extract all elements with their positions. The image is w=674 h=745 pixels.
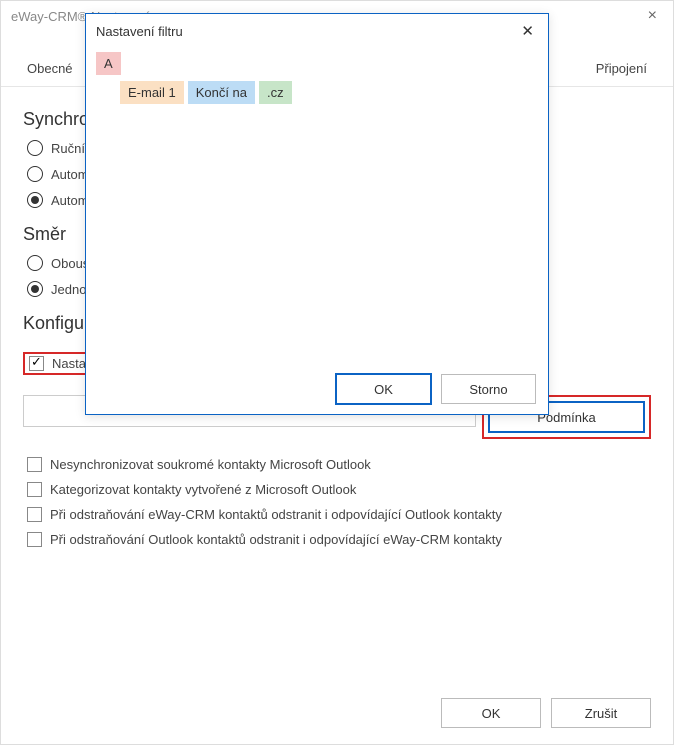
- modal-body: A E-mail 1 Končí na .cz: [86, 46, 548, 364]
- filter-value-tag[interactable]: .cz: [259, 81, 292, 104]
- tab-general[interactable]: Obecné: [23, 55, 77, 86]
- checkbox-no-private[interactable]: [27, 457, 42, 472]
- filter-modal: Nastavení filtru ✕ A E-mail 1 Končí na .…: [85, 13, 549, 415]
- bottom-button-bar: OK Zrušit: [441, 698, 651, 728]
- radio-auto2[interactable]: [27, 192, 43, 208]
- modal-title: Nastavení filtru: [96, 24, 183, 39]
- delete-eway-label: Při odstraňování eWay-CRM kontaktů odstr…: [50, 507, 502, 522]
- radio-manual[interactable]: [27, 140, 43, 156]
- filter-condition-row: E-mail 1 Končí na .cz: [120, 81, 538, 104]
- modal-header: Nastavení filtru ✕: [86, 14, 548, 46]
- radio-auto1-label: Autom: [51, 167, 89, 182]
- checkbox-set-condition[interactable]: [29, 356, 44, 371]
- tab-connection[interactable]: Připojení: [592, 55, 651, 86]
- radio-both[interactable]: [27, 255, 43, 271]
- check-row-categorize[interactable]: Kategorizovat kontakty vytvořené z Micro…: [27, 482, 651, 497]
- filter-group-tag[interactable]: A: [96, 52, 121, 75]
- checkbox-categorize[interactable]: [27, 482, 42, 497]
- modal-footer: OK Storno: [86, 364, 548, 414]
- check-row-delete-outlook[interactable]: Při odstraňování Outlook kontaktů odstra…: [27, 532, 651, 547]
- check-row-delete-eway[interactable]: Při odstraňování eWay-CRM kontaktů odstr…: [27, 507, 651, 522]
- main-ok-button[interactable]: OK: [441, 698, 541, 728]
- filter-group-row: A: [96, 52, 538, 75]
- radio-auto1[interactable]: [27, 166, 43, 182]
- close-icon[interactable]: ×: [642, 5, 663, 27]
- radio-one[interactable]: [27, 281, 43, 297]
- modal-close-icon[interactable]: ✕: [517, 20, 538, 42]
- radio-both-label: Obous: [51, 256, 89, 271]
- modal-ok-button[interactable]: OK: [336, 374, 431, 404]
- main-cancel-button[interactable]: Zrušit: [551, 698, 651, 728]
- radio-auto2-label: Autom: [51, 193, 89, 208]
- categorize-label: Kategorizovat kontakty vytvořené z Micro…: [50, 482, 356, 497]
- modal-storno-button[interactable]: Storno: [441, 374, 536, 404]
- no-private-label: Nesynchronizovat soukromé kontakty Micro…: [50, 457, 371, 472]
- delete-outlook-label: Při odstraňování Outlook kontaktů odstra…: [50, 532, 502, 547]
- filter-field-tag[interactable]: E-mail 1: [120, 81, 184, 104]
- filter-operator-tag[interactable]: Končí na: [188, 81, 255, 104]
- checkbox-delete-outlook[interactable]: [27, 532, 42, 547]
- check-row-no-private[interactable]: Nesynchronizovat soukromé kontakty Micro…: [27, 457, 651, 472]
- checkbox-delete-eway[interactable]: [27, 507, 42, 522]
